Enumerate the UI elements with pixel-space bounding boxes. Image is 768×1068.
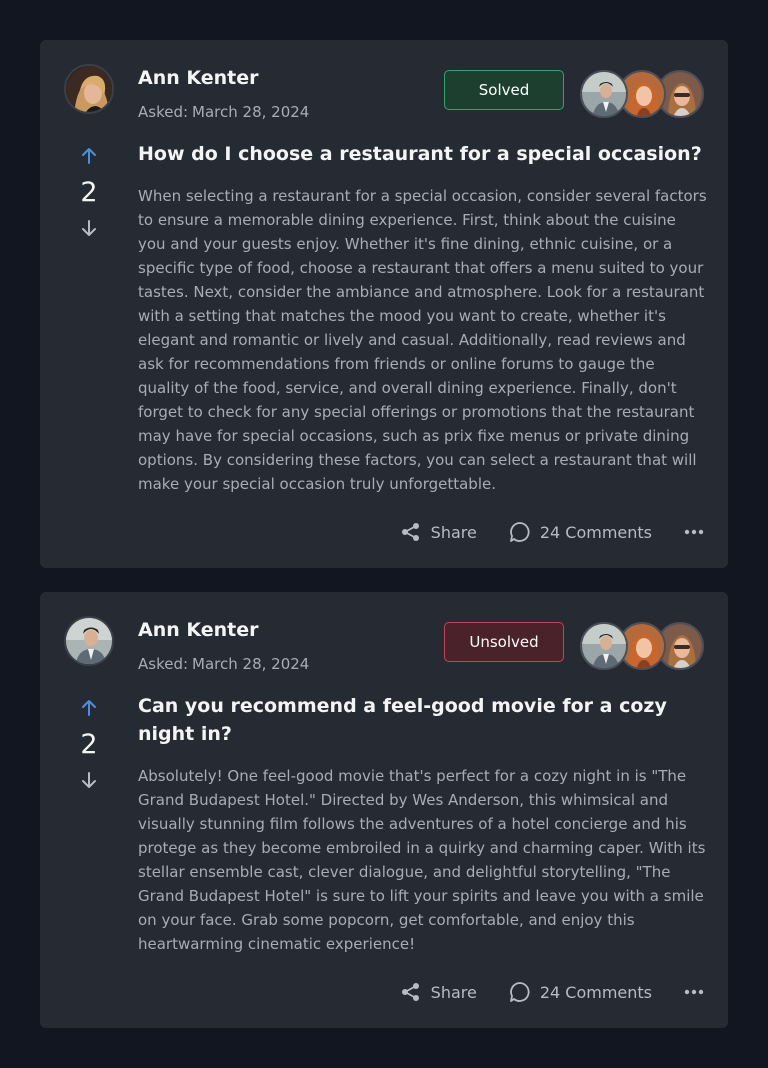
question-title[interactable]: Can you recommend a feel-good movie for … <box>138 692 708 748</box>
more-options-button[interactable] <box>684 529 704 535</box>
participant-avatars[interactable] <box>580 622 704 670</box>
author-name[interactable]: Ann Kenter <box>138 67 259 89</box>
arrow-down-icon[interactable] <box>79 218 99 238</box>
share-icon <box>401 983 419 1001</box>
more-icon <box>684 989 704 995</box>
arrow-down-icon[interactable] <box>79 770 99 790</box>
comments-button[interactable]: 24 Comments <box>509 521 652 543</box>
comments-label: 24 Comments <box>539 982 652 1002</box>
share-icon <box>401 523 419 541</box>
vote-count: 2 <box>80 729 98 760</box>
arrow-up-icon[interactable] <box>79 698 99 718</box>
question-feed: Ann Kenter Asked: March 28, 2024 Solved 2… <box>40 40 728 1052</box>
share-button[interactable]: Share <box>400 981 477 1003</box>
vote-count: 2 <box>80 177 98 208</box>
question-body: When selecting a restaurant for a specia… <box>138 187 707 493</box>
comments-label: 24 Comments <box>539 522 652 542</box>
author-avatar[interactable] <box>64 64 114 114</box>
post-actions: Share 24 Comments <box>400 980 704 1004</box>
asked-date: Asked: March 28, 2024 <box>138 655 310 673</box>
asked-date: Asked: March 28, 2024 <box>138 103 310 121</box>
share-label: Share <box>430 982 477 1002</box>
status-badge-solved[interactable]: Solved <box>444 70 564 110</box>
question-title[interactable]: How do I choose a restaurant for a speci… <box>138 140 708 168</box>
vote-control: 2 <box>68 146 110 238</box>
comments-button[interactable]: 24 Comments <box>509 981 652 1003</box>
status-badge-unsolved[interactable]: Unsolved <box>444 622 564 662</box>
question-card: Ann Kenter Asked: March 28, 2024 Unsolved… <box>40 592 728 1028</box>
share-label: Share <box>430 522 477 542</box>
comment-icon <box>509 982 530 1002</box>
question-body: Absolutely! One feel-good movie that's p… <box>138 767 706 953</box>
comment-icon <box>509 522 530 542</box>
vote-control: 2 <box>68 698 110 790</box>
participant-avatar[interactable] <box>580 70 628 118</box>
share-button[interactable]: Share <box>400 521 477 543</box>
more-icon <box>684 529 704 535</box>
post-actions: Share 24 Comments <box>400 520 704 544</box>
arrow-up-icon[interactable] <box>79 146 99 166</box>
more-options-button[interactable] <box>684 989 704 995</box>
author-avatar[interactable] <box>64 616 114 666</box>
participant-avatars[interactable] <box>580 70 704 118</box>
author-name[interactable]: Ann Kenter <box>138 619 259 641</box>
question-card: Ann Kenter Asked: March 28, 2024 Solved 2… <box>40 40 728 568</box>
participant-avatar[interactable] <box>580 622 628 670</box>
